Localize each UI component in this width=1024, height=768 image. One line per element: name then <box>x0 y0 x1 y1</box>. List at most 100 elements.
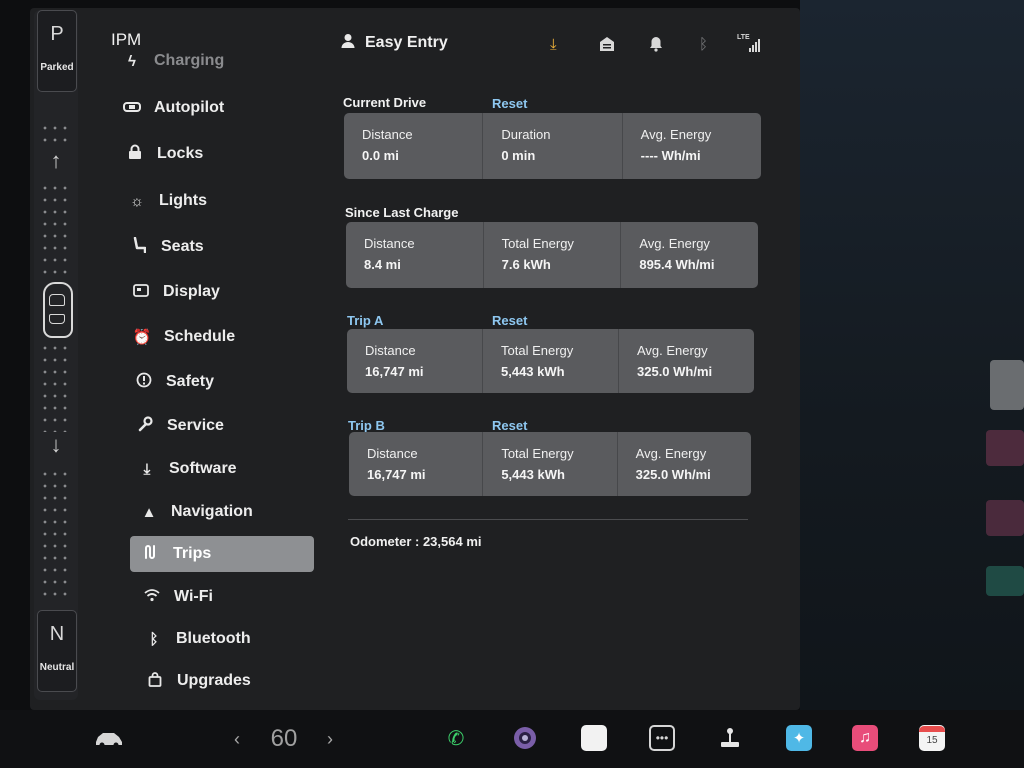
alarm-clock-icon: ⏰ <box>132 329 152 346</box>
calendar-icon[interactable]: 15 <box>919 725 945 751</box>
notes-icon[interactable] <box>581 725 607 751</box>
arrow-up-icon: ↑ <box>50 148 62 173</box>
trip-a-title: Trip A <box>347 313 384 328</box>
gear-selector[interactable]: P Parked ↑ ↓ N Neutral <box>34 10 78 700</box>
sidebar-item-bluetooth[interactable]: ᛒ Bluetooth <box>144 621 251 657</box>
stat-value: ---- Wh/mi <box>640 148 701 163</box>
gear-dots <box>40 122 72 146</box>
gear-dots <box>40 182 72 278</box>
trip-b-title: Trip B <box>348 418 385 433</box>
stat-cell: Total Energy 5,443 kWh <box>483 329 619 393</box>
sidebar-item-autopilot[interactable]: Autopilot <box>122 90 224 126</box>
stat-label: Avg. Energy <box>639 236 710 251</box>
temp-down-chevron-icon[interactable]: ‹ <box>230 725 244 753</box>
alert-circle-icon <box>134 372 154 392</box>
stat-value: 325.0 Wh/mi <box>635 467 711 482</box>
stat-label: Distance <box>367 446 418 461</box>
stat-label: Avg. Energy <box>635 446 707 461</box>
sidebar-item-schedule[interactable]: ⏰ Schedule <box>132 319 235 355</box>
sidebar-item-label: Service <box>167 417 224 434</box>
sidebar-item-charging[interactable]: ϟ Charging <box>122 43 224 79</box>
reflection-block <box>986 566 1024 596</box>
gear-park-label: Parked <box>40 62 74 73</box>
sidebar-item-seats[interactable]: Seats <box>129 229 204 265</box>
current-drive-card: Distance 0.0 mi Duration 0 min Avg. Ener… <box>344 113 761 179</box>
display-icon <box>131 283 151 301</box>
stat-cell: Total Energy 7.6 kWh <box>484 222 622 288</box>
lock-icon <box>125 144 145 164</box>
sidebar-item-label: Display <box>163 283 220 300</box>
gear-dots <box>40 342 72 432</box>
sidebar-item-software[interactable]: ⤓ Software <box>137 451 237 487</box>
stat-label: Duration <box>501 127 551 142</box>
wrench-icon <box>135 416 155 436</box>
current-drive-reset-button[interactable]: Reset <box>492 96 527 111</box>
bell-icon[interactable] <box>649 36 663 56</box>
sidebar-item-wifi[interactable]: Wi-Fi <box>142 579 213 615</box>
current-drive-title: Current Drive <box>343 95 427 110</box>
sidebar-item-label: Navigation <box>171 503 253 520</box>
camera-icon[interactable] <box>512 725 538 751</box>
car-icon[interactable] <box>94 725 124 753</box>
sidebar-item-navigation[interactable]: ▲ Navigation <box>139 494 253 530</box>
stat-value: 325.0 Wh/mi <box>637 364 713 379</box>
sidebar-item-label: Software <box>169 460 237 477</box>
sidebar-item-label: Upgrades <box>177 672 251 689</box>
sidebar-item-display[interactable]: Display <box>131 274 220 310</box>
climate-temperature[interactable]: 60 <box>262 725 306 753</box>
seat-icon <box>129 236 149 257</box>
gear-neutral-label: Neutral <box>39 662 75 673</box>
stat-cell: Distance 16,747 mi <box>349 432 484 496</box>
stat-value: 895.4 Wh/mi <box>639 257 715 272</box>
stat-value: 5,443 kWh <box>501 467 565 482</box>
download-icon: ⤓ <box>143 460 151 478</box>
music-icon[interactable]: ♫ <box>852 725 878 751</box>
stat-value: 16,747 mi <box>367 467 426 482</box>
since-last-charge-card: Distance 8.4 mi Total Energy 7.6 kWh Avg… <box>346 222 758 288</box>
stat-cell: Distance 0.0 mi <box>344 113 484 179</box>
stat-cell: Total Energy 5,443 kWh <box>483 432 618 496</box>
temp-up-chevron-icon[interactable]: › <box>323 725 337 753</box>
joystick-icon[interactable] <box>717 725 743 751</box>
stat-value: 8.4 mi <box>364 257 401 272</box>
sidebar-item-trips[interactable]: Trips <box>130 536 314 572</box>
bluetooth-icon[interactable]: ᛒ <box>699 36 708 53</box>
sidebar-item-locks[interactable]: Locks <box>125 136 203 172</box>
stat-value: 0 min <box>501 148 536 163</box>
reflection-block <box>986 430 1024 466</box>
more-apps-icon[interactable]: ••• <box>649 725 675 751</box>
sidebar-item-label: Bluetooth <box>176 630 251 647</box>
trips-icon <box>141 544 161 564</box>
stat-label: Avg. Energy <box>640 127 712 142</box>
stat-cell: Distance 8.4 mi <box>346 222 484 288</box>
stat-label: Total Energy <box>501 446 574 461</box>
reflection-block <box>990 360 1024 410</box>
stat-label: Avg. Energy <box>637 343 708 358</box>
trip-b-reset-button[interactable]: Reset <box>492 418 527 433</box>
car-top-view-icon <box>43 282 73 338</box>
sun-icon: ☼ <box>130 192 144 210</box>
phone-icon[interactable]: ✆ <box>443 725 469 751</box>
stat-cell: Avg. Energy 325.0 Wh/mi <box>619 329 754 393</box>
trip-a-card: Distance 16,747 mi Total Energy 5,443 kW… <box>347 329 754 393</box>
driver-profile-button[interactable]: Easy Entry <box>341 33 448 53</box>
gear-park-button[interactable]: P Parked <box>37 10 77 92</box>
garage-icon[interactable] <box>599 36 615 56</box>
sidebar-item-safety[interactable]: Safety <box>134 364 214 400</box>
stat-label: Distance <box>364 236 415 251</box>
stat-value: 7.6 kWh <box>501 257 551 272</box>
download-icon[interactable]: ⤓ <box>550 36 557 53</box>
trip-a-reset-button[interactable]: Reset <box>492 313 527 328</box>
stat-cell: Duration 0 min <box>483 113 623 179</box>
driver-profile-name: Easy Entry <box>365 34 448 51</box>
since-last-charge-title: Since Last Charge <box>345 205 459 220</box>
stat-label: Total Energy <box>501 236 574 251</box>
sidebar-item-upgrades[interactable]: Upgrades <box>145 663 251 699</box>
sidebar-item-lights[interactable]: ☼ Lights <box>127 183 207 219</box>
sidebar-item-label: Wi-Fi <box>174 588 213 605</box>
wifi-icon <box>142 588 162 606</box>
sidebar-item-service[interactable]: Service <box>135 408 224 444</box>
toybox-icon[interactable]: ✦ <box>786 725 812 751</box>
sidebar-item-label: Charging <box>154 52 225 69</box>
gear-neutral-button[interactable]: N Neutral <box>37 610 77 692</box>
